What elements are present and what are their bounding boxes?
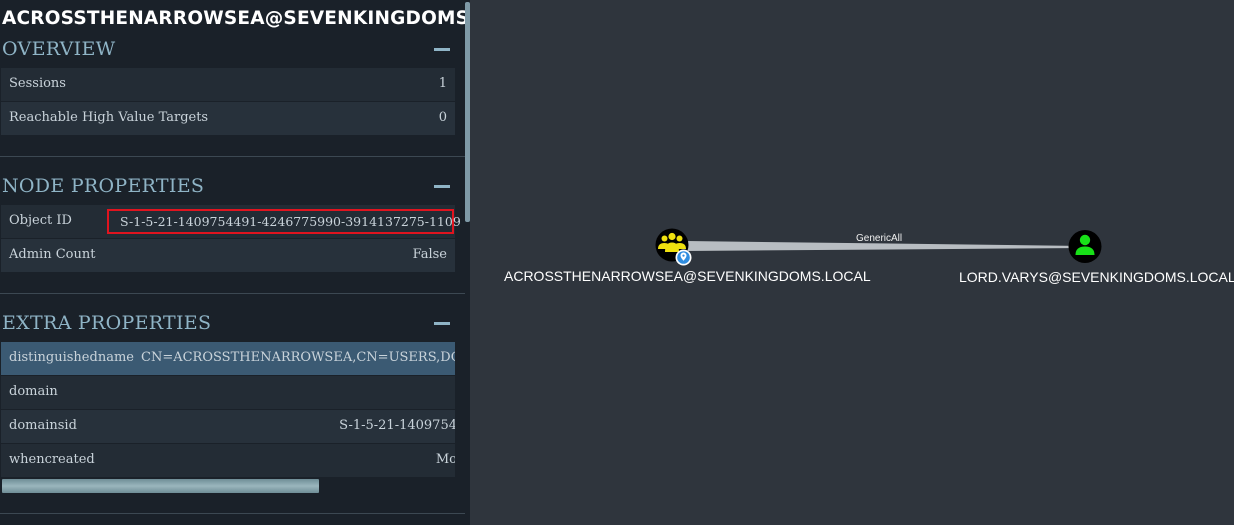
row-key: Object ID (9, 213, 72, 228)
row-key: Reachable High Value Targets (9, 110, 209, 125)
object-id-value[interactable]: S-1-5-21-1409754491-4246775990-391413727… (120, 214, 461, 229)
panel-title: ACROSSTHENARROWSEA@SEVENKINGDOMS.LOCAL (2, 8, 468, 29)
overview-collapse-icon[interactable] (434, 48, 450, 51)
row-value: S-1-5-21-1409754 (339, 418, 455, 433)
node-prop-row-admin-count[interactable]: Admin Count False (1, 239, 455, 272)
location-pin-icon (675, 249, 692, 266)
row-value: CN=ACROSSTHENARROWSEA,CN=USERS,DC=S (141, 350, 455, 365)
graph-canvas[interactable]: ACROSSTHENARROWSEA@SEVENKINGDOMS.LOCAL L… (470, 0, 1234, 525)
edge-label[interactable]: GenericAll (856, 233, 902, 244)
row-value: 1 (438, 76, 447, 91)
row-value: False (412, 247, 447, 262)
section-divider (0, 293, 465, 294)
extra-prop-row-domain[interactable]: domain (1, 376, 455, 409)
row-value: 0 (438, 110, 447, 125)
source-group-node[interactable] (655, 228, 692, 266)
overview-header[interactable]: OVERVIEW (2, 38, 116, 60)
horizontal-scrollbar[interactable] (2, 479, 319, 493)
section-divider (0, 156, 465, 157)
node-properties-header[interactable]: NODE PROPERTIES (2, 175, 204, 197)
row-key: domainsid (9, 418, 77, 433)
source-node-label[interactable]: ACROSSTHENARROWSEA@SEVENKINGDOMS.LOCAL (504, 268, 871, 284)
row-value: Mo (435, 452, 455, 467)
node-properties-collapse-icon[interactable] (434, 185, 450, 188)
overview-row-high-value-targets[interactable]: Reachable High Value Targets 0 (1, 102, 455, 135)
row-key: domain (9, 384, 58, 399)
overview-row-sessions[interactable]: Sessions 1 (1, 68, 455, 101)
extra-prop-row-domainsid[interactable]: domainsid S-1-5-21-1409754 (1, 410, 455, 443)
row-key: whencreated (9, 452, 95, 467)
extra-prop-row-distinguishedname[interactable]: distinguishedname CN=ACROSSTHENARROWSEA,… (1, 342, 455, 375)
target-node-label[interactable]: LORD.VARYS@SEVENKINGDOMS.LOCAL (959, 269, 1234, 285)
row-key: Admin Count (9, 247, 96, 262)
extra-properties-header[interactable]: EXTRA PROPERTIES (2, 312, 211, 334)
target-user-node[interactable] (1068, 230, 1102, 263)
section-divider (0, 513, 465, 514)
node-info-panel: ACROSSTHENARROWSEA@SEVENKINGDOMS.LOCAL O… (0, 0, 470, 525)
row-key: Sessions (9, 76, 66, 91)
extra-prop-row-whencreated[interactable]: whencreated Mo (1, 444, 455, 477)
row-key: distinguishedname (9, 350, 134, 365)
extra-properties-collapse-icon[interactable] (434, 322, 450, 325)
graph-svg (655, 228, 1102, 266)
